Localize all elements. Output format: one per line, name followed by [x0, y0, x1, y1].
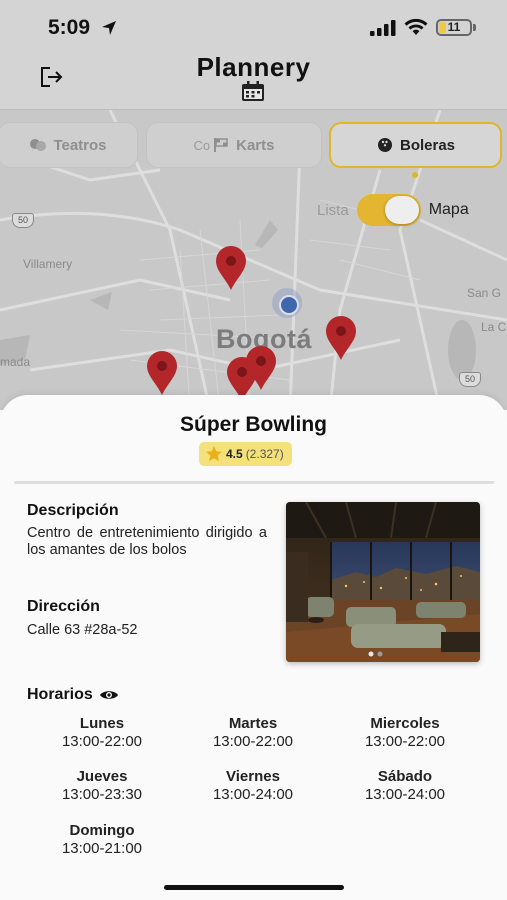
calendar-logo-icon: [242, 81, 264, 101]
home-indicator[interactable]: [164, 885, 344, 890]
day-hours: 13:00-22:00: [212, 733, 294, 750]
rating-count: (2.327): [245, 447, 284, 461]
hours-entry-martes: Martes 13:00-22:00: [178, 715, 328, 750]
map-label-san-g: San G: [467, 286, 502, 300]
category-label-boleras: Boleras: [399, 136, 456, 154]
hours-entry-viernes: Viernes 13:00-24:00: [178, 768, 328, 803]
address-heading: Dirección: [27, 598, 100, 615]
hours-heading: Horarios: [27, 686, 119, 704]
hours-entry-miercoles: Miercoles 13:00-22:00: [330, 715, 480, 750]
location-arrow-icon: [102, 21, 116, 35]
category-chip-karts[interactable]: Co Karts: [146, 122, 322, 168]
route-shield: 50: [459, 372, 481, 387]
day-hours: 13:00-23:30: [61, 786, 143, 803]
toggle-label-lista: Lista: [317, 201, 349, 219]
address-text: Calle 63 #28a-52: [27, 622, 138, 638]
map-label-co: Co: [193, 137, 211, 153]
day-hours: 13:00-21:00: [61, 840, 143, 857]
day-hours: 13:00-24:00: [364, 786, 446, 803]
toggle-label-mapa: Mapa: [428, 201, 469, 218]
star-icon: [206, 446, 222, 462]
map-label-mada: mada: [0, 355, 31, 369]
day-hours: 13:00-22:00: [364, 733, 446, 750]
checkered-flag-icon: [214, 138, 228, 152]
map-pin-icon[interactable]: [145, 350, 179, 396]
theater-masks-icon: [30, 139, 47, 151]
battery-tip: [473, 24, 476, 31]
category-chip-boleras[interactable]: Boleras: [329, 122, 502, 168]
app-header: Plannery: [0, 52, 507, 110]
hours-entry-sabado: Sábado 13:00-24:00: [330, 768, 480, 803]
category-label-teatros: Teatros: [53, 136, 107, 154]
category-label-karts: Karts: [236, 136, 275, 154]
place-name: Súper Bowling: [180, 413, 327, 436]
place-photo[interactable]: [286, 502, 480, 662]
rating-value: 4.5: [226, 447, 243, 461]
description-heading: Descripción: [27, 502, 119, 519]
app-title: Plannery: [196, 52, 311, 82]
eye-icon[interactable]: [99, 688, 119, 702]
hours-entry-jueves: Jueves 13:00-23:30: [27, 768, 177, 803]
battery-level: 11: [447, 20, 461, 34]
day-name: Viernes: [226, 768, 280, 785]
place-detail-sheet[interactable]: Súper Bowling 4.5 (2.327) Descripción Ce…: [0, 395, 507, 900]
day-name: Martes: [228, 715, 278, 732]
active-category-indicator: [412, 172, 418, 178]
status-time: 5:09: [48, 16, 91, 39]
map-list-switch[interactable]: [356, 194, 421, 226]
cellular-signal-icon: [370, 20, 396, 36]
day-name: Domingo: [69, 822, 135, 839]
route-shield: 50: [12, 213, 34, 228]
hours-heading-label: Horarios: [27, 686, 93, 703]
map-pin-icon[interactable]: [214, 245, 248, 291]
rating-badge: 4.5 (2.327): [199, 442, 292, 466]
hours-entry-domingo: Domingo 13:00-21:00: [27, 822, 177, 857]
wifi-icon: [404, 18, 428, 35]
description-text: Centro de entretenimiento dirigido a los…: [27, 525, 267, 558]
category-chip-teatros[interactable]: Teatros: [0, 122, 138, 168]
divider: [14, 481, 494, 484]
photo-carousel-dots[interactable]: [367, 651, 387, 657]
map-pin-icon[interactable]: [324, 315, 358, 361]
day-name: Miercoles: [370, 715, 440, 732]
day-name: Lunes: [79, 715, 125, 732]
map-label-la-c: La C: [481, 320, 507, 334]
hours-entry-lunes: Lunes 13:00-22:00: [27, 715, 177, 750]
bowling-ball-icon: [377, 138, 392, 152]
day-name: Jueves: [76, 768, 128, 785]
map-label-villamery: Villamery: [23, 257, 73, 271]
current-location-marker: [272, 288, 302, 318]
battery-icon: 11: [436, 19, 472, 36]
status-bar: 5:09 11: [0, 0, 507, 52]
view-toggle: Lista Mapa: [317, 194, 469, 226]
app-screen: 5:09 11 Plannery Teatros Co Karts Bolera…: [0, 0, 507, 900]
map-view[interactable]: Teatros Co Karts Boleras Lista Mapa 50 5…: [0, 110, 507, 410]
day-hours: 13:00-24:00: [212, 786, 294, 803]
day-name: Sábado: [377, 768, 433, 785]
day-hours: 13:00-22:00: [61, 733, 143, 750]
